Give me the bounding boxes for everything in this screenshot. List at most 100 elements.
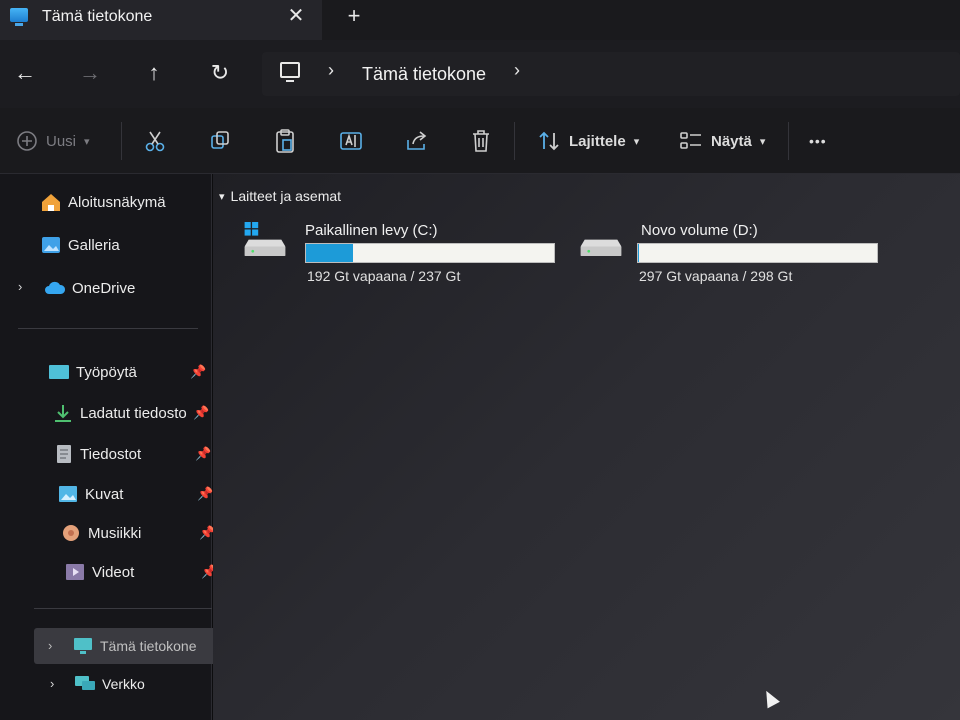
drive-name: Paikallinen levy (C:) <box>305 222 438 239</box>
sidebar-item-desktop[interactable]: Työpöytä <box>48 358 137 386</box>
share-button[interactable] <box>405 126 429 156</box>
view-list-icon <box>680 132 701 149</box>
video-icon <box>66 564 84 580</box>
pictures-icon <box>59 486 77 502</box>
sidebar-item-music[interactable]: Musiikki <box>60 519 141 547</box>
breadcrumb-this-pc[interactable]: Tämä tietokone <box>362 64 486 85</box>
drive-usage-fill <box>306 244 354 262</box>
drive-d[interactable]: Novo volume (D:) 297 Gt vapaana / 298 Gt <box>571 216 901 288</box>
pin-icon[interactable]: 📌 <box>195 446 211 462</box>
drive-name: Novo volume (D:) <box>641 222 758 239</box>
sort-button-label: Lajittele <box>569 132 626 150</box>
sidebar-item-label: Ladatut tiedosto <box>80 404 187 422</box>
toolbar-divider <box>788 122 789 160</box>
pin-icon[interactable]: 📌 <box>193 405 209 421</box>
drive-usage-bar <box>305 243 555 263</box>
up-button[interactable]: ↑ <box>139 58 169 88</box>
document-icon <box>57 445 71 463</box>
chevron-down-icon: ▾ <box>219 190 225 203</box>
pc-icon <box>10 8 28 26</box>
pin-icon[interactable]: 📌 <box>190 364 206 380</box>
clipboard-icon <box>276 129 294 153</box>
forward-button[interactable]: → <box>75 58 105 88</box>
chevron-down-icon: ▾ <box>84 135 90 148</box>
breadcrumb-separator-icon[interactable]: › <box>514 60 520 81</box>
copy-button[interactable] <box>209 126 231 156</box>
desktop-icon <box>49 365 69 379</box>
command-bar: Uusi ▾ Lajittele ▾ Näytä ▾ ••• <box>0 108 960 174</box>
paste-button[interactable] <box>274 126 296 156</box>
delete-button[interactable] <box>470 126 492 156</box>
chevron-right-icon[interactable]: › <box>18 279 22 294</box>
sidebar-item-label: Aloitusnäkymä <box>68 193 166 211</box>
toolbar-divider <box>514 122 515 160</box>
sidebar-item-label: Tiedostot <box>80 445 142 463</box>
chevron-right-icon[interactable]: › <box>50 676 54 691</box>
new-button-label: Uusi <box>46 132 77 150</box>
close-tab-button[interactable]: ✕ <box>284 4 308 28</box>
sidebar-item-gallery[interactable]: Galleria <box>40 231 120 259</box>
sidebar-item-home[interactable]: Aloitusnäkymä <box>40 188 166 216</box>
content-area: ▾ Laitteet ja asemat Paikallinen levy (C… <box>213 174 960 720</box>
share-icon <box>407 131 427 150</box>
pc-icon <box>280 62 300 82</box>
sidebar-item-onedrive[interactable]: OneDrive <box>44 274 135 302</box>
hard-drive-windows-icon <box>244 222 286 256</box>
sidebar-item-label: Tämä tietokone <box>100 638 197 654</box>
home-icon <box>42 194 60 211</box>
sidebar-item-label: Videot <box>92 563 135 581</box>
sidebar-item-documents[interactable]: Tiedostot <box>52 440 141 468</box>
trash-icon <box>473 130 489 152</box>
chevron-right-icon[interactable]: › <box>48 638 52 653</box>
rename-button[interactable] <box>339 126 363 156</box>
sidebar-item-pictures[interactable]: Kuvat <box>57 480 123 508</box>
view-button-label: Näytä <box>711 132 752 150</box>
new-button[interactable]: Uusi ▾ <box>16 126 90 156</box>
chevron-down-icon: ▾ <box>759 135 766 148</box>
navigation-pane: Aloitusnäkymä Galleria › OneDrive Työpöy… <box>0 174 224 720</box>
cut-button[interactable] <box>144 126 166 156</box>
group-title: Laitteet ja asemat <box>230 188 342 204</box>
drive-c[interactable]: Paikallinen levy (C:) 192 Gt vapaana / 2… <box>235 216 565 288</box>
sidebar-item-downloads[interactable]: Ladatut tiedosto <box>52 399 187 427</box>
drive-free-space: 192 Gt vapaana / 237 Gt <box>307 268 461 284</box>
toolbar-divider <box>121 122 122 160</box>
sort-icon <box>539 131 559 151</box>
more-options-button[interactable]: ••• <box>809 126 827 156</box>
pc-icon <box>74 638 92 654</box>
breadcrumb-separator-icon[interactable]: › <box>328 60 334 81</box>
new-tab-button[interactable]: + <box>342 4 366 28</box>
cloud-icon <box>45 281 66 294</box>
sidebar-item-label: Työpöytä <box>76 363 137 381</box>
sidebar-item-videos[interactable]: Videot <box>64 558 134 586</box>
drive-free-space: 297 Gt vapaana / 298 Gt <box>639 268 793 284</box>
tab-title: Tämä tietokone <box>42 8 153 25</box>
rename-icon <box>340 132 362 150</box>
sidebar-item-label: Kuvat <box>85 485 124 503</box>
sidebar-item-label: Verkko <box>102 676 145 692</box>
title-bar: Tämä tietokone ✕ + <box>0 0 960 40</box>
drive-usage-fill <box>638 244 639 262</box>
sidebar-item-label: OneDrive <box>72 279 136 297</box>
sidebar-item-network[interactable]: Verkko <box>74 670 145 698</box>
gallery-icon <box>42 237 60 253</box>
navigation-bar: ← → ↑ ↻ › Tämä tietokone › <box>0 40 960 108</box>
sidebar-divider <box>18 328 198 329</box>
sort-button[interactable]: Lajittele ▾ <box>537 126 639 156</box>
back-button[interactable]: ← <box>10 58 40 88</box>
download-icon <box>55 405 71 422</box>
tab-this-pc[interactable]: Tämä tietokone ✕ <box>0 0 322 40</box>
sidebar-item-this-pc[interactable]: Tämä tietokone <box>72 632 197 660</box>
sidebar-item-label: Galleria <box>68 236 120 254</box>
pin-icon[interactable]: 📌 <box>197 486 213 502</box>
sidebar-divider <box>34 608 212 609</box>
copy-icon <box>211 131 229 149</box>
network-icon <box>75 676 95 690</box>
chevron-down-icon: ▾ <box>633 135 640 148</box>
address-bar[interactable]: › Tämä tietokone › <box>262 52 960 96</box>
group-header-devices[interactable]: ▾ Laitteet ja asemat <box>219 188 341 204</box>
plus-circle-icon <box>17 131 37 151</box>
hard-drive-icon <box>580 239 622 256</box>
refresh-button[interactable]: ↻ <box>205 58 235 88</box>
view-button[interactable]: Näytä ▾ <box>679 126 765 156</box>
